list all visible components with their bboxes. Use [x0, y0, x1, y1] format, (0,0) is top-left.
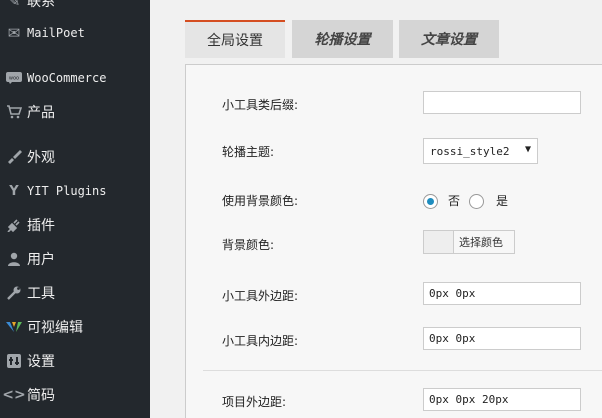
sidebar-item-label: YIT Plugins	[27, 184, 107, 198]
widget-margin-label: 小工具外边距:	[222, 289, 299, 303]
color-picker-label: 选择颜色	[459, 236, 503, 249]
tab-post-settings[interactable]: 文章设置	[399, 20, 499, 58]
widget-suffix-input[interactable]	[423, 91, 581, 114]
settings-icon	[2, 349, 26, 373]
sidebar-item-label: 可视编辑	[27, 320, 83, 336]
sidebar-item-visual-editor[interactable]: 可视编辑	[0, 312, 150, 342]
use-bg-yes-label: 是	[496, 194, 509, 208]
sidebar-item-yit-plugins[interactable]: Y YIT Plugins	[0, 176, 150, 206]
code-icon: <>	[2, 387, 26, 403]
sidebar-item-appearance[interactable]: 外观	[0, 142, 150, 172]
tab-global-settings[interactable]: 全局设置	[185, 20, 285, 58]
admin-sidebar: ✎ 联系 ✉ MailPoet woo WooCommerce 产品 外观 Y …	[0, 0, 150, 418]
brush-icon	[2, 145, 26, 169]
sidebar-item-label: 设置	[27, 354, 55, 370]
section-divider	[203, 370, 602, 371]
wrench-icon	[2, 281, 26, 305]
sidebar-item-mailpoet[interactable]: ✉ MailPoet	[0, 18, 150, 48]
sidebar-item-label: 产品	[27, 105, 55, 121]
yit-icon: Y	[9, 183, 19, 199]
item-margin-input[interactable]: 0px 0px 20px	[423, 388, 581, 411]
sidebar-item-label: 简码	[27, 388, 55, 404]
tab-slider-settings[interactable]: 轮播设置	[292, 20, 393, 58]
widget-padding-input[interactable]: 0px 0px	[423, 327, 581, 350]
widget-suffix-label: 小工具类后缀:	[222, 98, 299, 112]
sidebar-item-label: 联系	[27, 0, 55, 10]
bg-color-label: 背景颜色:	[222, 238, 275, 252]
sidebar-item-tools[interactable]: 工具	[0, 278, 150, 308]
sidebar-item-label: 插件	[27, 218, 55, 234]
comments-icon: ✎	[7, 0, 21, 10]
slider-theme-value: rossi_style2	[430, 144, 510, 158]
sidebar-item-label: MailPoet	[27, 26, 85, 40]
widget-padding-label: 小工具内边距:	[222, 334, 299, 348]
svg-text:woo: woo	[9, 76, 19, 82]
use-bg-no-label: 否	[448, 194, 461, 208]
sidebar-item-woocommerce[interactable]: woo WooCommerce	[0, 63, 150, 93]
use-bg-yes-radio[interactable]	[469, 194, 484, 209]
sidebar-item-label: 外观	[27, 150, 55, 166]
woo-icon: woo	[2, 66, 26, 90]
sidebar-item-plugins[interactable]: 插件	[0, 210, 150, 240]
visual-editor-icon	[2, 315, 26, 339]
slider-theme-label: 轮播主题:	[222, 145, 275, 159]
sidebar-item-label: 用户	[27, 252, 55, 268]
sidebar-item-contact[interactable]: ✎ 联系	[0, 0, 150, 16]
sidebar-item-label: WooCommerce	[27, 71, 107, 85]
sidebar-item-users[interactable]: 用户	[0, 244, 150, 274]
sidebar-item-products[interactable]: 产品	[0, 97, 150, 127]
mail-icon: ✉	[7, 24, 21, 42]
color-picker-button[interactable]: 选择颜色	[423, 230, 515, 254]
sidebar-item-shortcodes[interactable]: <> 简码	[0, 380, 150, 410]
use-bg-color-label: 使用背景颜色:	[222, 194, 299, 208]
slider-theme-select[interactable]: rossi_style2 ▼	[423, 138, 538, 164]
use-bg-no-radio[interactable]	[423, 194, 438, 209]
user-icon	[2, 247, 26, 271]
chevron-down-icon: ▼	[524, 144, 531, 155]
cart-icon	[2, 100, 26, 124]
sidebar-item-label: 工具	[27, 286, 55, 302]
item-margin-label: 项目外边距:	[222, 395, 287, 409]
widget-margin-input[interactable]: 0px 0px	[423, 282, 581, 305]
plugin-icon	[2, 213, 26, 237]
sidebar-item-settings[interactable]: 设置	[0, 346, 150, 376]
color-swatch	[424, 231, 454, 253]
